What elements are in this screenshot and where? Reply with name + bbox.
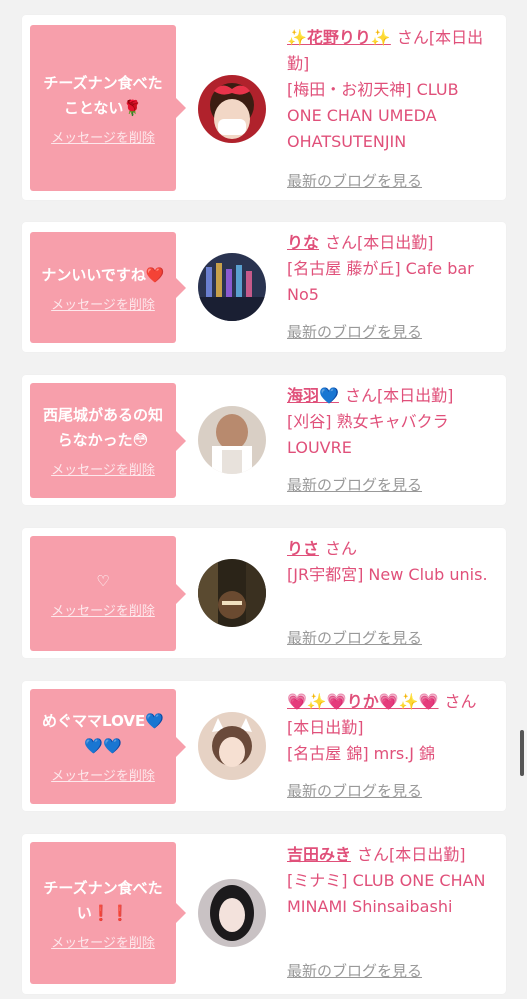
delete-message-link[interactable]: メッセージを削除 — [51, 294, 155, 313]
avatar[interactable] — [198, 559, 266, 627]
message-card: チーズナン食べたい❗️❗️ メッセージを削除 吉田みき さん[本日出勤] [ミナミ… — [22, 834, 506, 994]
message-bubble: チーズナン食べたことない🌹 メッセージを削除 — [30, 25, 186, 191]
cast-status: さん — [325, 539, 358, 558]
delete-message-link[interactable]: メッセージを削除 — [51, 459, 155, 478]
cast-info: 💗✨💗りか💗✨💗 さん[本日出勤] [名古屋 錦] mrs.J 錦 — [287, 689, 497, 767]
delete-message-link[interactable]: メッセージを削除 — [51, 932, 155, 951]
shop-name: [刈谷] 熟女キャバクラ LOUVRE — [287, 412, 449, 457]
cast-name-link[interactable]: ✨花野りり✨ — [287, 28, 391, 47]
latest-blog-link[interactable]: 最新のブログを見る — [287, 960, 422, 981]
delete-message-link[interactable]: メッセージを削除 — [51, 127, 155, 146]
shop-name: [名古屋 錦] mrs.J 錦 — [287, 744, 436, 763]
message-text: チーズナン食べたことない🌹 — [43, 73, 163, 117]
shop-name: [ミナミ] CLUB ONE CHAN MINAMI Shinsaibashi — [287, 871, 486, 916]
cast-info: りさ さん [JR宇都宮] New Club unis. — [287, 536, 497, 588]
message-card: ♡ メッセージを削除 りさ さん [JR宇都宮] New Club unis. 最… — [22, 528, 506, 658]
message-card: チーズナン食べたことない🌹 メッセージを削除 ✨花野りり✨ さん[本日出勤] [梅… — [22, 15, 506, 200]
cast-info: 吉田みき さん[本日出勤] [ミナミ] CLUB ONE CHAN MINAMI … — [287, 842, 497, 920]
cast-name-link[interactable]: 吉田みき — [287, 845, 351, 864]
shop-name: [JR宇都宮] New Club unis. — [287, 565, 488, 584]
cast-status: さん[本日出勤] — [357, 845, 466, 864]
message-text: チーズナン食べたい❗️❗️ — [43, 878, 163, 922]
message-text: ナンいいですね❤️ — [41, 265, 165, 284]
cast-name-link[interactable]: 海羽💙 — [287, 386, 339, 405]
latest-blog-link[interactable]: 最新のブログを見る — [287, 780, 422, 801]
cast-status: さん[本日出勤] — [344, 386, 454, 405]
cast-info: ✨花野りり✨ さん[本日出勤] [梅田・お初天神] CLUB ONE CHAN U… — [287, 25, 497, 155]
latest-blog-link[interactable]: 最新のブログを見る — [287, 627, 422, 648]
latest-blog-link[interactable]: 最新のブログを見る — [287, 474, 422, 495]
latest-blog-link[interactable]: 最新のブログを見る — [287, 170, 422, 191]
cast-name-link[interactable]: 💗✨💗りか💗✨💗 — [287, 692, 439, 711]
message-bubble: ♡ メッセージを削除 — [30, 536, 186, 651]
avatar[interactable] — [198, 253, 266, 321]
message-card: 西尾城があるの知らなかった😳 メッセージを削除 海羽💙 さん[本日出勤] [刈谷]… — [22, 375, 506, 505]
shop-name: [名古屋 藤が丘] Cafe bar No5 — [287, 259, 474, 304]
cast-name-link[interactable]: りな — [287, 233, 319, 252]
delete-message-link[interactable]: メッセージを削除 — [51, 765, 155, 784]
message-text: 西尾城があるの知らなかった😳 — [42, 406, 163, 449]
delete-message-link[interactable]: メッセージを削除 — [51, 600, 155, 619]
avatar[interactable] — [198, 75, 266, 143]
message-bubble: めぐママLOVE💙💙💙 メッセージを削除 — [30, 689, 186, 804]
shop-name: [梅田・お初天神] CLUB ONE CHAN UMEDA OHATSUTENJ… — [287, 80, 459, 151]
message-text: めぐママLOVE💙💙💙 — [42, 712, 164, 755]
cast-name-link[interactable]: りさ — [287, 539, 319, 558]
message-card: めぐママLOVE💙💙💙 メッセージを削除 💗✨💗りか💗✨💗 さん[本日出勤] [名… — [22, 681, 506, 811]
cast-info: 海羽💙 さん[本日出勤] [刈谷] 熟女キャバクラ LOUVRE — [287, 383, 497, 461]
cast-info: りな さん[本日出勤] [名古屋 藤が丘] Cafe bar No5 — [287, 230, 497, 308]
message-card: ナンいいですね❤️ メッセージを削除 りな さん[本日出勤] [名古屋 藤が丘] … — [22, 222, 506, 352]
scrollbar[interactable] — [520, 730, 524, 776]
avatar[interactable] — [198, 712, 266, 780]
avatar[interactable] — [198, 406, 266, 474]
latest-blog-link[interactable]: 最新のブログを見る — [287, 321, 422, 342]
cast-status: さん[本日出勤] — [325, 233, 434, 252]
avatar[interactable] — [198, 879, 266, 947]
message-text: ♡ — [96, 571, 110, 590]
message-bubble: チーズナン食べたい❗️❗️ メッセージを削除 — [30, 842, 186, 984]
message-bubble: ナンいいですね❤️ メッセージを削除 — [30, 232, 186, 343]
message-bubble: 西尾城があるの知らなかった😳 メッセージを削除 — [30, 383, 186, 498]
